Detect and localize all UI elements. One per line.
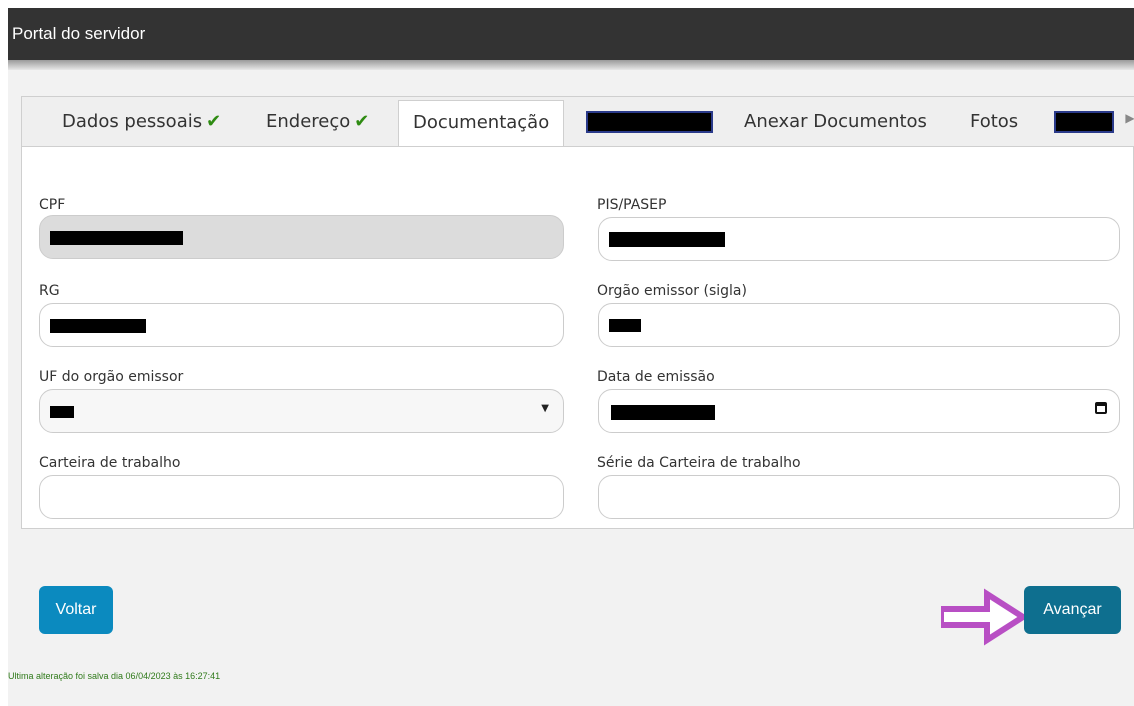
tab-dados-pessoais[interactable]: Dados pessoais ✔ bbox=[62, 111, 221, 132]
tab-endereco[interactable]: Endereço ✔ bbox=[266, 111, 369, 132]
cpf-label: CPF bbox=[39, 197, 66, 213]
form-panel: Dados pessoais ✔ Endereço ✔ Documentação A… bbox=[21, 96, 1134, 529]
redacted-value bbox=[50, 406, 74, 418]
orgao-field[interactable] bbox=[598, 303, 1120, 347]
page-title: Portal do servidor bbox=[12, 24, 146, 43]
redacted-value bbox=[609, 319, 641, 332]
tab-label: Dados pessoais bbox=[62, 111, 203, 132]
redacted-value bbox=[611, 405, 715, 420]
redacted-value bbox=[609, 232, 725, 247]
tab-bar: Dados pessoais ✔ Endereço ✔ Documentação A… bbox=[22, 97, 1134, 147]
tab-label: Fotos bbox=[970, 111, 1019, 132]
serie-label: Série da Carteira de trabalho bbox=[597, 455, 801, 471]
check-icon: ✔ bbox=[206, 111, 222, 132]
data-emissao-field[interactable] bbox=[598, 389, 1120, 433]
uf-label: UF do orgão emissor bbox=[39, 369, 184, 385]
header-divider bbox=[8, 60, 1134, 70]
caret-down-icon: ▼ bbox=[541, 403, 549, 414]
rg-field[interactable] bbox=[39, 303, 564, 347]
carteira-field[interactable] bbox=[39, 475, 564, 519]
header-bar: Portal do servidor bbox=[8, 8, 1134, 60]
redacted-value bbox=[50, 319, 146, 333]
carteira-label: Carteira de trabalho bbox=[39, 455, 181, 471]
tab-anexar-documentos[interactable]: Anexar Documentos bbox=[744, 111, 927, 132]
tab-redacted-2[interactable] bbox=[1054, 111, 1114, 133]
back-button[interactable]: Voltar bbox=[39, 586, 113, 634]
pis-field[interactable] bbox=[598, 217, 1120, 261]
tab-label: Documentação bbox=[413, 112, 550, 133]
tab-documentacao[interactable]: Documentação bbox=[398, 100, 565, 146]
rg-label: RG bbox=[39, 283, 60, 299]
arrow-right-icon bbox=[941, 588, 1025, 646]
uf-select[interactable]: ▼ bbox=[39, 389, 564, 433]
app-window: Portal do servidor Dados pessoais ✔ Ender… bbox=[8, 8, 1134, 706]
tab-fotos[interactable]: Fotos bbox=[970, 111, 1018, 132]
serie-field[interactable] bbox=[598, 475, 1120, 519]
tab-redacted[interactable] bbox=[586, 111, 713, 133]
calendar-icon[interactable] bbox=[1095, 402, 1107, 414]
cpf-field bbox=[39, 215, 564, 259]
next-button[interactable]: Avançar bbox=[1024, 586, 1121, 634]
orgao-label: Orgão emissor (sigla) bbox=[597, 283, 747, 299]
pis-label: PIS/PASEP bbox=[597, 197, 667, 213]
chevron-right-icon[interactable]: ▶ bbox=[1125, 111, 1134, 131]
tab-label: Anexar Documentos bbox=[744, 111, 927, 132]
data-emissao-label: Data de emissão bbox=[597, 369, 715, 385]
redacted-value bbox=[50, 231, 183, 245]
check-icon: ✔ bbox=[354, 111, 370, 132]
status-message: Ultima alteração foi salva dia 06/04/202… bbox=[8, 671, 221, 681]
tab-label: Endereço bbox=[266, 111, 351, 132]
